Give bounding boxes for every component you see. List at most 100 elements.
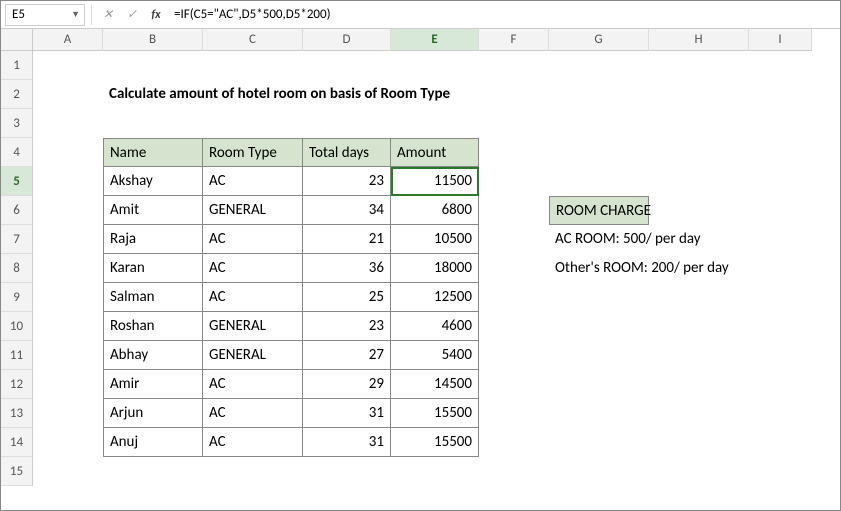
cell-A13[interactable]	[33, 399, 103, 428]
cell-C2[interactable]	[203, 80, 303, 109]
cell-F1[interactable]	[479, 51, 549, 80]
cell-G14[interactable]	[549, 428, 649, 457]
cell-F12[interactable]	[479, 370, 549, 399]
cell-H2[interactable]	[649, 80, 749, 109]
cell-D3[interactable]	[303, 109, 391, 138]
cell-B9[interactable]: Salman	[103, 283, 203, 312]
cell-A2[interactable]	[33, 80, 103, 109]
cell-C1[interactable]	[203, 51, 303, 80]
cell-C14[interactable]: AC	[203, 428, 303, 457]
cell-G11[interactable]	[549, 341, 649, 370]
cell-E2[interactable]	[391, 80, 479, 109]
row-head-13[interactable]: 13	[1, 399, 33, 428]
cell-H7[interactable]	[649, 225, 749, 254]
cell-D9[interactable]: 25	[303, 283, 391, 312]
cell-D1[interactable]	[303, 51, 391, 80]
row-head-12[interactable]: 12	[1, 370, 33, 399]
cell-G15[interactable]	[549, 457, 649, 486]
cell-E6[interactable]: 6800	[391, 196, 479, 225]
cell-H4[interactable]	[649, 138, 749, 167]
cell-F15[interactable]	[479, 457, 549, 486]
cell-A14[interactable]	[33, 428, 103, 457]
cell-I1[interactable]	[749, 51, 812, 80]
cell-G13[interactable]	[549, 399, 649, 428]
row-head-10[interactable]: 10	[1, 312, 33, 341]
cell-I4[interactable]	[749, 138, 812, 167]
cell-E13[interactable]: 15500	[391, 399, 479, 428]
cell-C9[interactable]: AC	[203, 283, 303, 312]
cell-D10[interactable]: 23	[303, 312, 391, 341]
col-head-C[interactable]: C	[203, 29, 303, 51]
cell-E14[interactable]: 15500	[391, 428, 479, 457]
row-head-2[interactable]: 2	[1, 80, 33, 109]
cell-E1[interactable]	[391, 51, 479, 80]
cell-G1[interactable]	[549, 51, 649, 80]
cell-D13[interactable]: 31	[303, 399, 391, 428]
cell-C4[interactable]: Room Type	[203, 138, 303, 167]
cell-H6[interactable]	[649, 196, 749, 225]
row-head-7[interactable]: 7	[1, 225, 33, 254]
col-head-G[interactable]: G	[549, 29, 649, 51]
cell-F5[interactable]	[479, 167, 549, 196]
cell-E3[interactable]	[391, 109, 479, 138]
check-icon[interactable]: ✓	[122, 5, 142, 25]
cell-I9[interactable]	[749, 283, 812, 312]
cell-A3[interactable]	[33, 109, 103, 138]
cell-D11[interactable]: 27	[303, 341, 391, 370]
cell-C10[interactable]: GENERAL	[203, 312, 303, 341]
cell-G4[interactable]	[549, 138, 649, 167]
cell-A1[interactable]	[33, 51, 103, 80]
cell-A4[interactable]	[33, 138, 103, 167]
cell-A7[interactable]	[33, 225, 103, 254]
cell-D6[interactable]: 34	[303, 196, 391, 225]
cell-A6[interactable]	[33, 196, 103, 225]
cell-G7[interactable]: AC ROOM: 500/ per day	[549, 225, 649, 254]
cell-I2[interactable]	[749, 80, 812, 109]
col-head-D[interactable]: D	[303, 29, 391, 51]
cell-F9[interactable]	[479, 283, 549, 312]
cell-B10[interactable]: Roshan	[103, 312, 203, 341]
cell-B4[interactable]: Name	[103, 138, 203, 167]
cell-E15[interactable]	[391, 457, 479, 486]
cell-B11[interactable]: Abhay	[103, 341, 203, 370]
cell-D7[interactable]: 21	[303, 225, 391, 254]
cell-A8[interactable]	[33, 254, 103, 283]
cell-B12[interactable]: Amir	[103, 370, 203, 399]
cell-B1[interactable]	[103, 51, 203, 80]
cell-I5[interactable]	[749, 167, 812, 196]
cell-B13[interactable]: Arjun	[103, 399, 203, 428]
cell-H5[interactable]	[649, 167, 749, 196]
cell-G10[interactable]	[549, 312, 649, 341]
cell-A9[interactable]	[33, 283, 103, 312]
cell-E9[interactable]: 12500	[391, 283, 479, 312]
cell-F3[interactable]	[479, 109, 549, 138]
cell-A15[interactable]	[33, 457, 103, 486]
cell-H13[interactable]	[649, 399, 749, 428]
cell-D5[interactable]: 23	[303, 167, 391, 196]
cell-F14[interactable]	[479, 428, 549, 457]
cell-C15[interactable]	[203, 457, 303, 486]
cell-G8[interactable]: Other's ROOM: 200/ per day	[549, 254, 649, 283]
cell-D15[interactable]	[303, 457, 391, 486]
cell-B14[interactable]: Anuj	[103, 428, 203, 457]
cell-C5[interactable]: AC	[203, 167, 303, 196]
cell-C12[interactable]: AC	[203, 370, 303, 399]
cell-G9[interactable]	[549, 283, 649, 312]
cell-A12[interactable]	[33, 370, 103, 399]
cell-E4[interactable]: Amount	[391, 138, 479, 167]
cell-F6[interactable]	[479, 196, 549, 225]
col-head-E[interactable]: E	[391, 29, 479, 51]
cell-E7[interactable]: 10500	[391, 225, 479, 254]
cell-F11[interactable]	[479, 341, 549, 370]
row-head-4[interactable]: 4	[1, 138, 33, 167]
cell-H14[interactable]	[649, 428, 749, 457]
cell-E5[interactable]: 11500	[391, 167, 479, 196]
cell-B5[interactable]: Akshay	[103, 167, 203, 196]
row-head-9[interactable]: 9	[1, 283, 33, 312]
cell-E11[interactable]: 5400	[391, 341, 479, 370]
cell-B6[interactable]: Amit	[103, 196, 203, 225]
cell-A11[interactable]	[33, 341, 103, 370]
row-head-1[interactable]: 1	[1, 51, 33, 80]
cell-G6[interactable]: ROOM CHARGE	[549, 196, 649, 225]
col-head-I[interactable]: I	[749, 29, 812, 51]
